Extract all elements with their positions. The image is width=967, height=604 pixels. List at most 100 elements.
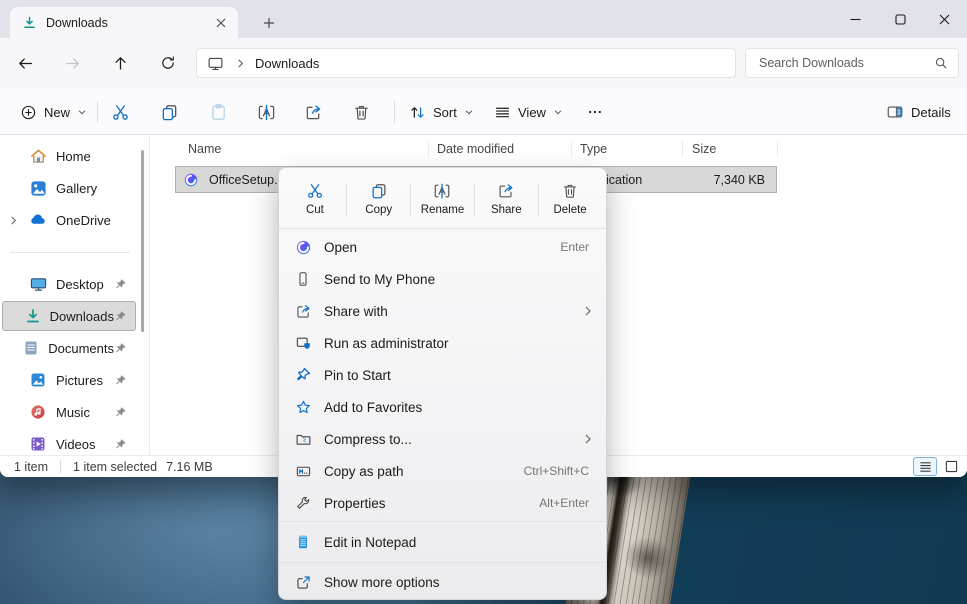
rename-icon bbox=[433, 182, 451, 200]
menu-item-compress-to[interactable]: Compress to... bbox=[284, 423, 601, 455]
sidebar-scrollbar[interactable] bbox=[141, 150, 144, 332]
selection-size: 7.16 MB bbox=[166, 460, 213, 474]
column-separator[interactable] bbox=[428, 141, 429, 157]
view-button[interactable]: View bbox=[487, 96, 570, 128]
titlebar: Downloads bbox=[0, 0, 967, 38]
pin-icon bbox=[114, 310, 127, 323]
details-button-label: Details bbox=[911, 105, 951, 120]
share-button[interactable]: Share bbox=[474, 175, 538, 223]
breadcrumb-chevron-icon bbox=[236, 59, 245, 68]
view-icon bbox=[494, 104, 511, 121]
copy-button[interactable] bbox=[152, 96, 186, 128]
maximize-button[interactable] bbox=[877, 0, 923, 38]
context-menu: Cut Copy Rename Share Delete Open Enter bbox=[278, 167, 607, 600]
delete-button[interactable] bbox=[344, 96, 378, 128]
share-icon bbox=[497, 182, 515, 200]
menu-item-add-to-favorites[interactable]: Add to Favorites bbox=[284, 391, 601, 423]
menu-separator bbox=[279, 521, 606, 522]
sidebar-item-home[interactable]: Home bbox=[2, 141, 136, 171]
rename-button[interactable]: Rename bbox=[411, 175, 475, 223]
up-icon[interactable] bbox=[106, 49, 134, 77]
minimize-button[interactable] bbox=[832, 0, 878, 38]
breadcrumb-location[interactable]: Downloads bbox=[255, 56, 319, 71]
menu-item-send-to-my-phone[interactable]: Send to My Phone bbox=[284, 263, 601, 295]
downloads-icon bbox=[25, 308, 41, 324]
phone-icon bbox=[293, 271, 313, 287]
sidebar-item-onedrive[interactable]: OneDrive bbox=[2, 205, 136, 235]
address-bar[interactable]: Downloads bbox=[196, 48, 736, 78]
office-icon bbox=[293, 239, 313, 256]
cut-button[interactable] bbox=[103, 96, 137, 128]
column-header-name[interactable]: Name bbox=[188, 135, 221, 163]
expand-chevron-icon[interactable] bbox=[3, 216, 23, 225]
delete-button[interactable]: Delete bbox=[538, 175, 602, 223]
videos-icon bbox=[29, 436, 47, 452]
delete-label: Delete bbox=[553, 204, 586, 216]
details-view-toggle[interactable] bbox=[913, 457, 937, 476]
column-separator[interactable] bbox=[571, 141, 572, 157]
rename-button[interactable] bbox=[249, 96, 283, 128]
new-button[interactable]: New bbox=[12, 96, 95, 128]
menu-item-open[interactable]: Open Enter bbox=[284, 231, 601, 263]
sidebar: Home Gallery OneDrive bbox=[0, 135, 150, 455]
sort-icon bbox=[409, 104, 426, 121]
item-count: 1 item bbox=[14, 460, 48, 474]
back-icon[interactable] bbox=[11, 49, 39, 77]
menu-item-run-as-administrator[interactable]: Run as administrator bbox=[284, 327, 601, 359]
menu-item-show-more-options[interactable]: Show more options bbox=[284, 565, 601, 599]
column-separator[interactable] bbox=[777, 141, 778, 157]
refresh-icon[interactable] bbox=[154, 49, 182, 77]
sidebar-item-pictures[interactable]: Pictures bbox=[2, 365, 136, 395]
copy-icon bbox=[160, 103, 179, 122]
thumbnail-view-toggle[interactable] bbox=[939, 457, 963, 476]
file-size: 7,340 KB bbox=[714, 173, 765, 187]
column-separator[interactable] bbox=[682, 141, 683, 157]
details-pane-icon bbox=[886, 103, 904, 121]
sidebar-item-desktop[interactable]: Desktop bbox=[2, 269, 136, 299]
paste-button[interactable] bbox=[201, 96, 235, 128]
column-header-type[interactable]: Type bbox=[580, 135, 607, 163]
menu-item-pin-to-start[interactable]: Pin to Start bbox=[284, 359, 601, 391]
search-box[interactable] bbox=[745, 48, 959, 78]
share-icon bbox=[304, 103, 323, 122]
sidebar-separator bbox=[10, 252, 130, 253]
cut-icon bbox=[306, 182, 324, 200]
music-icon bbox=[29, 404, 47, 420]
sidebar-item-downloads[interactable]: Downloads bbox=[2, 301, 136, 331]
status-divider bbox=[60, 460, 61, 473]
details-button[interactable]: Details bbox=[878, 96, 959, 128]
office-setup-icon bbox=[183, 172, 199, 188]
see-more-button[interactable] bbox=[578, 96, 612, 128]
pin-icon bbox=[114, 438, 127, 451]
documents-icon bbox=[23, 340, 39, 356]
sidebar-item-gallery[interactable]: Gallery bbox=[2, 173, 136, 203]
sidebar-item-documents[interactable]: Documents bbox=[2, 333, 136, 363]
menu-separator bbox=[279, 228, 606, 229]
new-tab-icon[interactable] bbox=[258, 12, 280, 34]
onedrive-icon bbox=[29, 211, 47, 229]
chevron-down-icon bbox=[77, 107, 87, 117]
explorer-tab-downloads[interactable]: Downloads bbox=[10, 7, 238, 38]
rename-label: Rename bbox=[421, 204, 464, 216]
menu-item-share-with[interactable]: Share with bbox=[284, 295, 601, 327]
menu-item-properties[interactable]: Properties Alt+Enter bbox=[284, 487, 601, 519]
pin-icon bbox=[114, 406, 127, 419]
tab-close-icon[interactable] bbox=[210, 12, 232, 34]
menu-item-copy-as-path[interactable]: Copy as path Ctrl+Shift+C bbox=[284, 455, 601, 487]
share-button[interactable] bbox=[296, 96, 330, 128]
sidebar-item-music[interactable]: Music bbox=[2, 397, 136, 427]
sort-button[interactable]: Sort bbox=[402, 96, 481, 128]
column-header-date-modified[interactable]: Date modified bbox=[437, 135, 514, 163]
column-header-size[interactable]: Size bbox=[692, 135, 716, 163]
close-button[interactable] bbox=[922, 0, 967, 38]
search-input[interactable] bbox=[759, 56, 934, 70]
forward-icon[interactable] bbox=[58, 49, 86, 77]
menu-item-edit-in-notepad[interactable]: Edit in Notepad bbox=[284, 524, 601, 560]
pin-icon bbox=[293, 367, 313, 383]
zip-folder-icon bbox=[293, 431, 313, 448]
cut-button[interactable]: Cut bbox=[283, 175, 347, 223]
navigation-bar: Downloads bbox=[0, 38, 967, 88]
rename-icon bbox=[257, 103, 276, 122]
copy-button[interactable]: Copy bbox=[347, 175, 411, 223]
menu-separator bbox=[279, 562, 606, 563]
